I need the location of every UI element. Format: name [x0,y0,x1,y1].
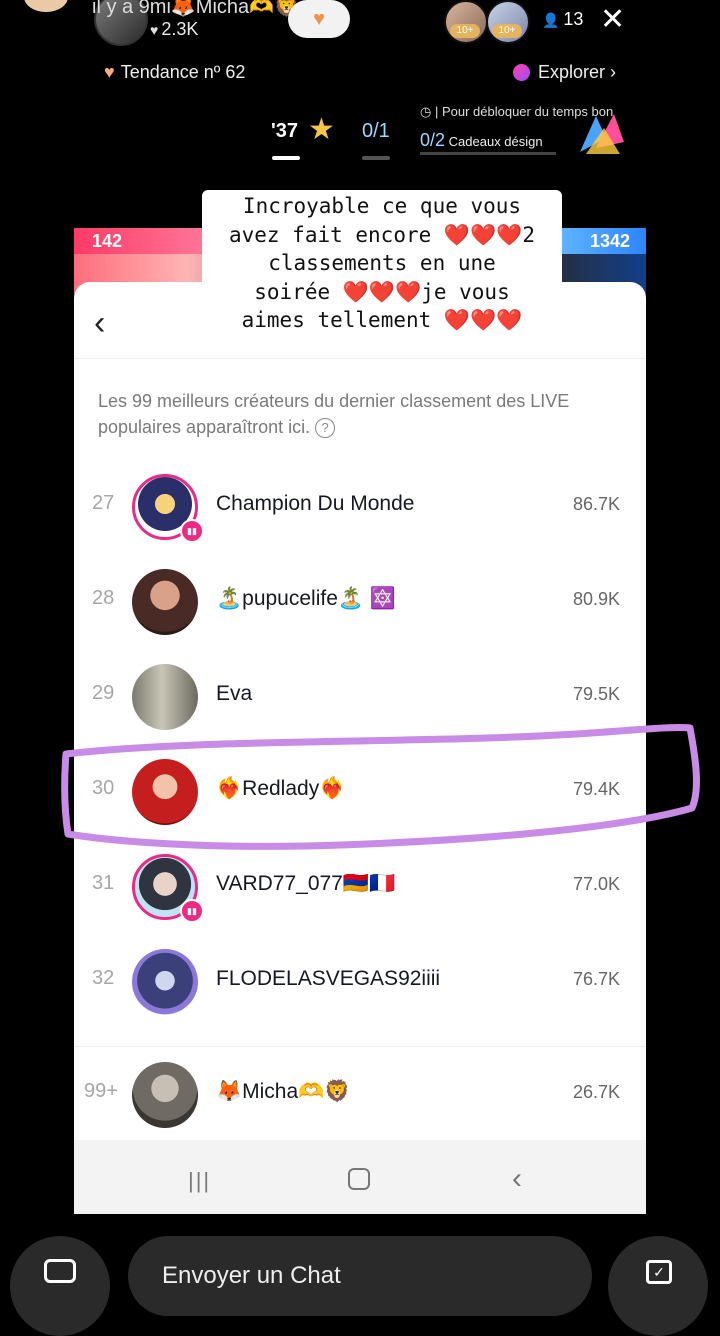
camera-icon [44,1259,76,1283]
rank-number: 27 [92,492,115,514]
star-icon: ★ [308,113,335,146]
rank-number: 99+ [84,1080,118,1102]
creator-name: Champion Du Monde [216,492,415,515]
creator-name: VARD77_077🇦🇲🇫🇷 [216,872,396,895]
recent-apps-icon[interactable]: ||| [188,1168,211,1194]
host-name[interactable]: il y a 9mi🦊Micha🫶🦁 [92,0,299,19]
chat-placeholder: Envoyer un Chat [162,1262,341,1289]
camera-button[interactable] [10,1236,110,1336]
highlight-annotation [61,723,700,850]
stat-counter: '37 [271,120,299,142]
gifts-progress[interactable]: 0/2 Cadeaux désign [420,130,543,151]
creator-name: FLODELASVEGAS92iiii [216,967,441,990]
battle-score-right: 1342 [560,228,646,254]
my-ranking-row[interactable]: 99+ 🦊Micha🫶🦁 26.7K [74,1047,646,1142]
help-icon[interactable]: ? [315,418,336,438]
viewer-badge: 10+ [492,24,522,38]
creator-name: Eva [216,682,253,705]
rank-number: 31 [92,872,115,894]
home-icon[interactable] [348,1168,370,1190]
viewer-badge: 10+ [450,24,480,38]
caption-line: aimes tellement ❤️❤️❤️ [241,308,523,333]
avatar[interactable] [132,569,198,635]
person-icon: 👤 [542,12,564,28]
rank-number: 32 [92,967,115,989]
stat-progress: 0/1 [362,120,390,142]
creator-score: 80.9K [572,589,620,609]
close-button[interactable]: ✕ [600,2,625,37]
clock-icon: ◷ | [420,104,442,119]
trend-rank[interactable]: ♥ Tendance nº 62 [104,62,245,83]
explore-link[interactable]: Explorer › [513,62,616,83]
ranking-row[interactable]: 27 ▮▮ Champion Du Monde 86.7K [74,459,646,554]
creator-score: 76.7K [572,969,620,989]
heart-plus-icon: ♥ [313,7,325,30]
heart-icon: ♥ [150,22,159,38]
ranking-description: Les 99 meilleurs créateurs du dernier cl… [98,391,570,438]
progress-bar [420,152,556,155]
caption-line: classements en une [268,251,496,276]
creator-score: 77.0K [572,874,620,894]
partial-avatar [24,0,68,12]
battle-score-left: 142 [74,228,214,254]
creator-name: 🏝️pupucelife🏝️ 🔯 [216,587,397,610]
creator-score: 86.7K [572,494,620,514]
back-chevron-icon[interactable]: ‹ [94,304,105,343]
ranking-row[interactable]: 28 🏝️pupucelife🏝️ 🔯 80.9K [74,554,646,649]
caption-line: Incroyable ce que vous [242,194,522,218]
follow-button[interactable]: ♥ [288,0,350,38]
avatar[interactable] [132,949,198,1015]
host-likes: ♥ 2.3K [150,19,198,40]
caption-line: soirée ❤️❤️❤️je vous [254,279,510,304]
progress-bar [362,156,390,160]
creator-score: 26.7K [572,1082,620,1102]
progress-bar [272,156,300,160]
likes-count: 2.3K [161,19,199,39]
check-button[interactable] [608,1236,708,1336]
explore-icon [513,64,530,81]
story-caption: Incroyable ce que vous avez fait encore … [202,190,562,337]
gift-icon[interactable] [576,108,628,156]
live-icon: ▮▮ [180,899,204,923]
rank-number: 28 [92,587,115,609]
creator-score: 79.5K [572,684,620,704]
caption-line: avez fait encore ❤️❤️❤️2 [228,222,536,247]
creator-name: 🦊Micha🫶🦁 [216,1080,351,1103]
live-icon: ▮▮ [180,519,204,543]
viewer-count[interactable]: 👤 13 [542,9,583,30]
check-icon: ✓ [646,1260,672,1284]
rank-number: 29 [92,682,115,704]
divider [74,358,646,359]
avatar[interactable] [132,1062,198,1128]
heart-icon: ♥ [104,62,115,82]
back-icon[interactable]: ‹ [512,1162,522,1196]
ranking-row[interactable]: 32 FLODELASVEGAS92iiii 76.7K [74,934,646,1029]
